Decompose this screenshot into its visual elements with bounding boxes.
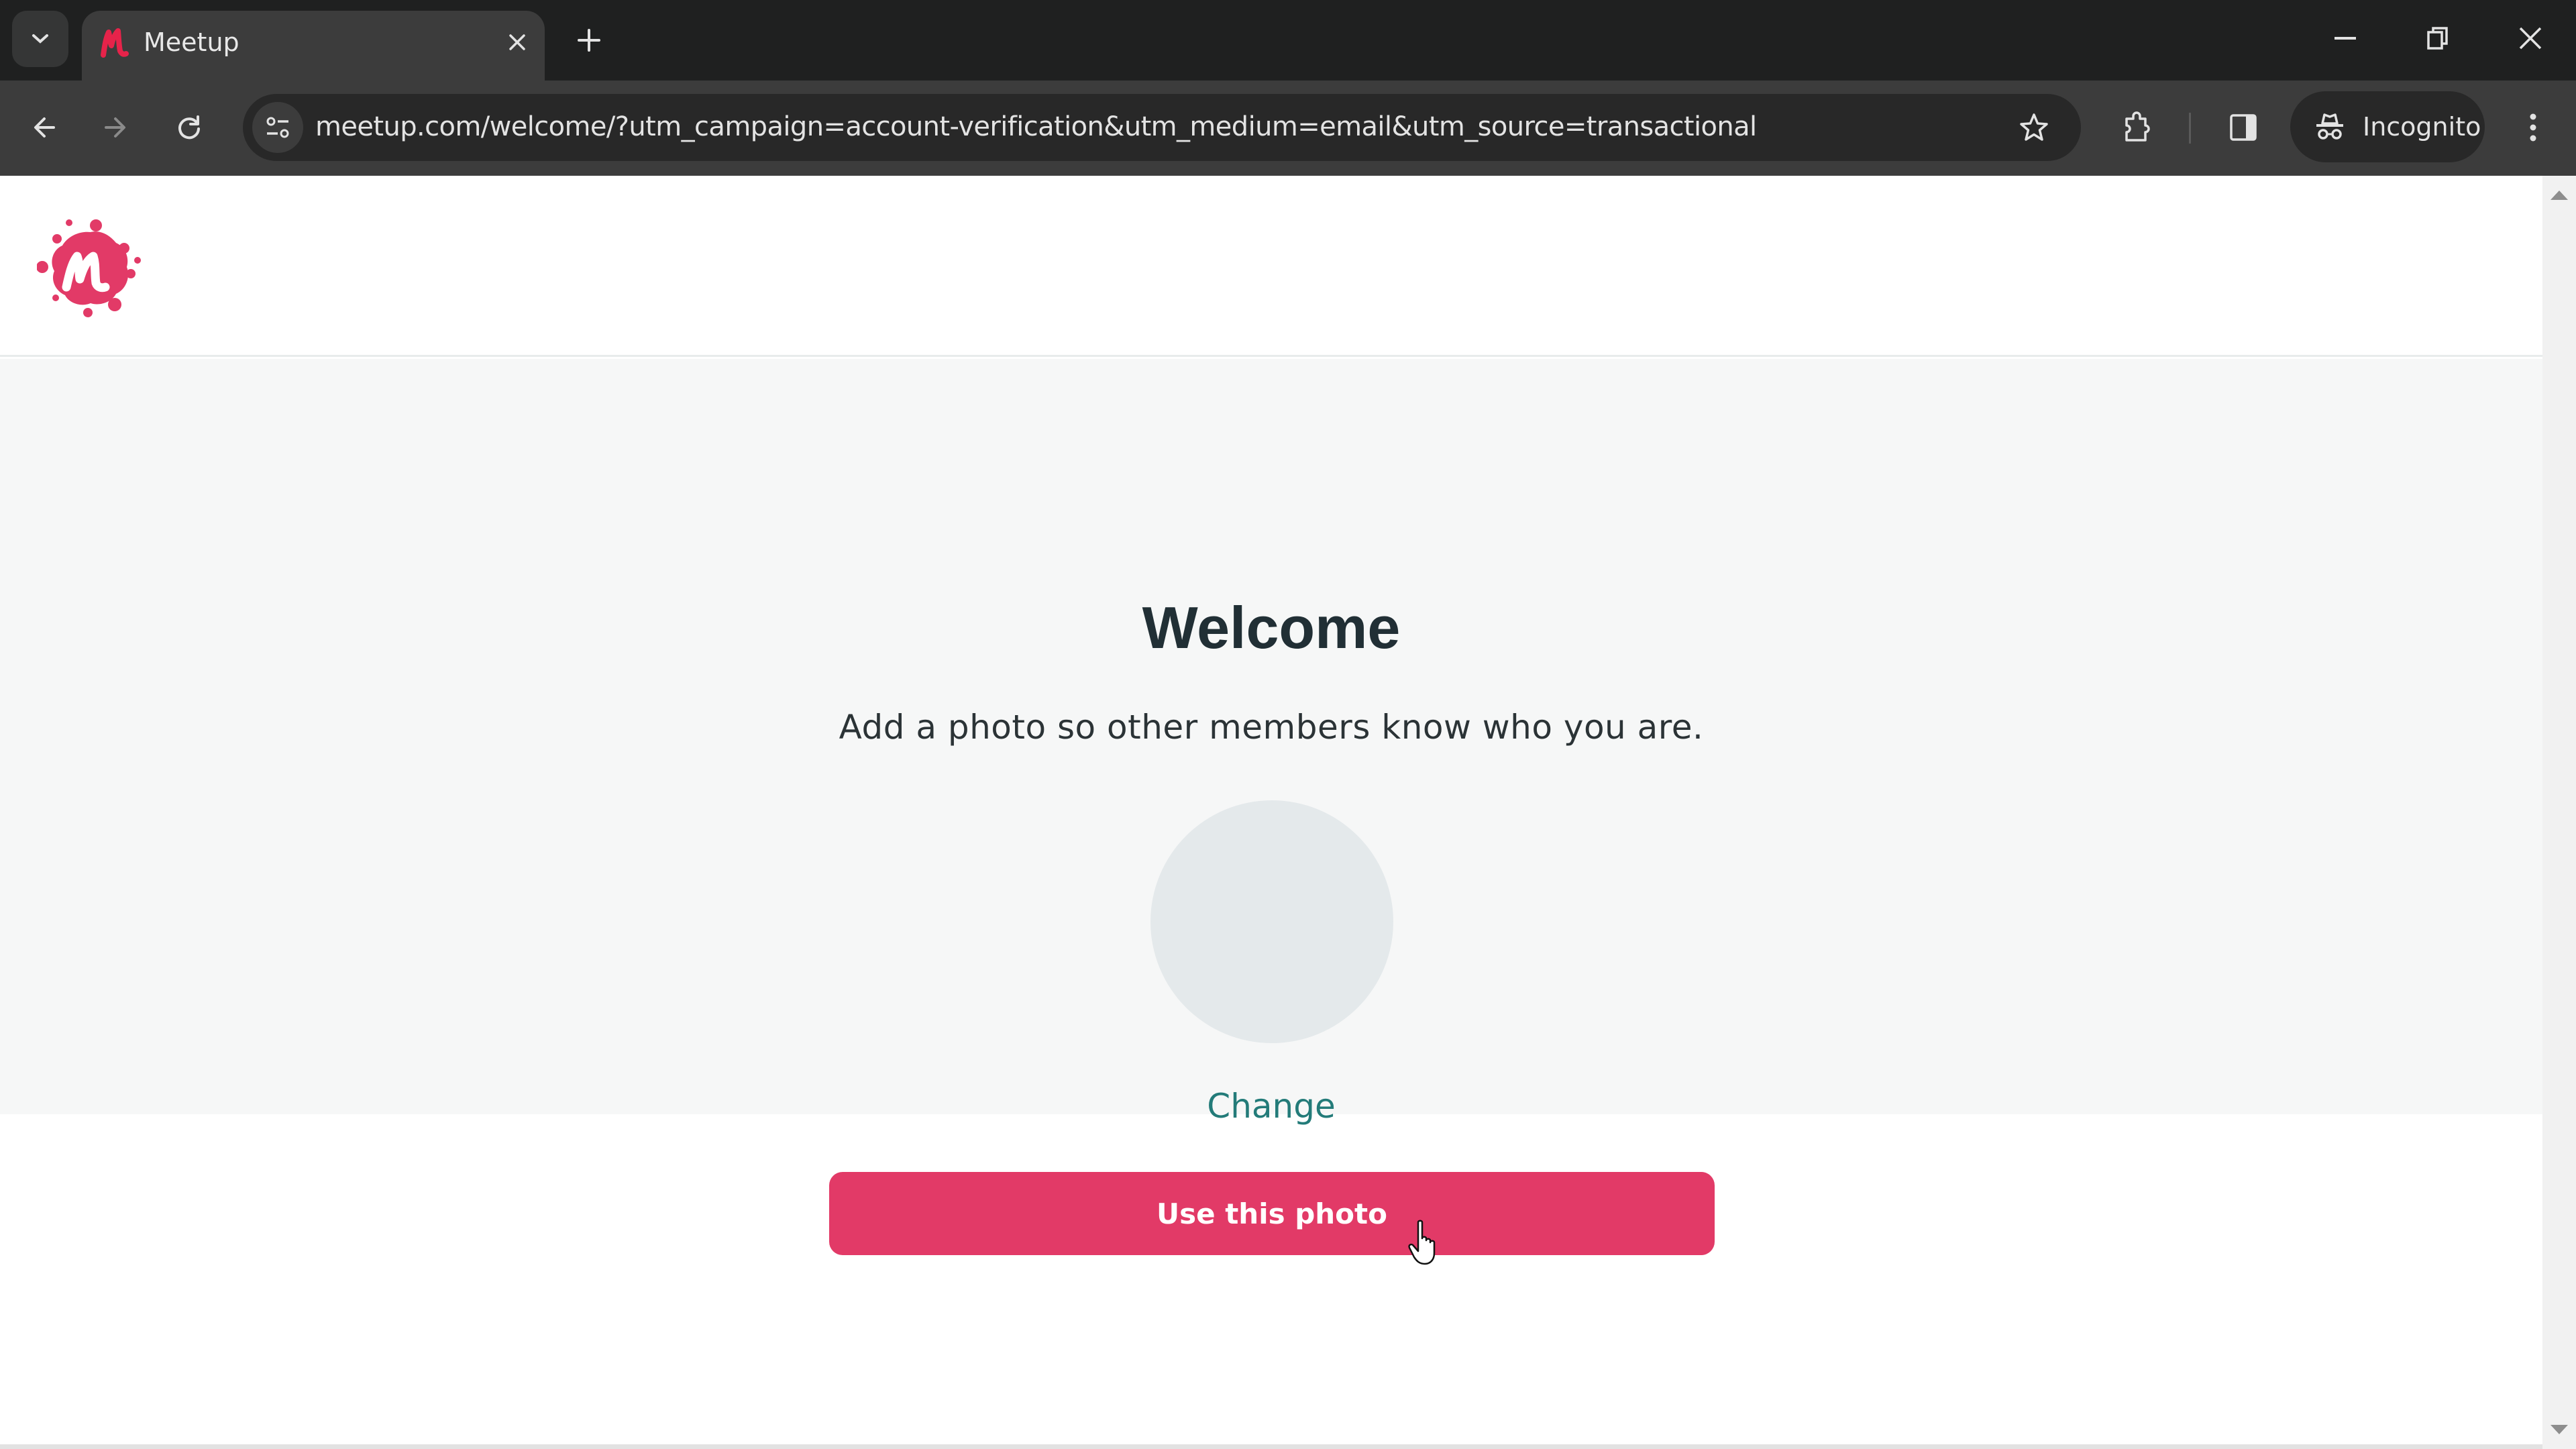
browser-tab-bar: Meetup: [0, 0, 2576, 80]
hand-pointer-cursor-icon: [1408, 1220, 1436, 1265]
tab-search-button[interactable]: [12, 11, 68, 67]
web-page: Welcome Add a photo so other members kno…: [0, 176, 2542, 1449]
restore-icon: [2427, 27, 2448, 50]
restore-button[interactable]: [2411, 15, 2465, 62]
site-info-button[interactable]: [252, 102, 303, 153]
meetup-favicon-icon: [101, 28, 129, 58]
incognito-profile-chip[interactable]: Incognito: [2290, 91, 2485, 162]
puzzle-icon: [2125, 111, 2150, 142]
scroll-down-arrow-icon[interactable]: [2551, 1425, 2568, 1434]
star-icon: [2020, 113, 2048, 141]
plus-icon: [578, 29, 600, 52]
arrow-left-icon: [34, 117, 55, 138]
reload-button[interactable]: [162, 101, 216, 154]
scroll-up-arrow-icon[interactable]: [2551, 191, 2568, 200]
chevron-down-icon: [32, 34, 48, 44]
welcome-section: Welcome Add a photo so other members kno…: [0, 359, 2542, 1265]
browser-menu-button[interactable]: [2506, 101, 2560, 154]
url-text[interactable]: meetup.com/welcome/?utm_campaign=account…: [315, 111, 1757, 142]
extensions-button[interactable]: [2110, 101, 2164, 154]
site-header: [0, 176, 2542, 357]
forward-button[interactable]: [89, 101, 142, 154]
reload-icon: [178, 115, 200, 140]
use-this-photo-button[interactable]: Use this photo: [829, 1172, 1715, 1255]
bookmark-button[interactable]: [2014, 107, 2054, 148]
close-icon: [509, 34, 525, 50]
side-panel-icon: [2230, 114, 2257, 141]
meetup-logo[interactable]: [37, 217, 144, 318]
close-window-button[interactable]: [2504, 15, 2557, 62]
side-panel-button[interactable]: [2216, 101, 2270, 154]
arrow-right-icon: [105, 117, 125, 138]
tune-icon: [266, 117, 289, 138]
address-bar[interactable]: meetup.com/welcome/?utm_campaign=account…: [243, 94, 2081, 161]
change-photo-link[interactable]: Change: [0, 1087, 2542, 1126]
page-title: Welcome: [1142, 594, 1401, 661]
browser-toolbar: meetup.com/welcome/?utm_campaign=account…: [0, 80, 2576, 176]
minimize-icon: [2334, 37, 2356, 40]
page-subtitle: Add a photo so other members know who yo…: [839, 708, 1704, 747]
bottom-edge: [0, 1444, 2542, 1449]
back-button[interactable]: [17, 101, 71, 154]
incognito-label: Incognito: [2363, 112, 2481, 142]
minimize-button[interactable]: [2318, 15, 2372, 62]
vertical-scrollbar[interactable]: [2542, 176, 2576, 1449]
profile-photo-avatar[interactable]: [1150, 800, 1393, 1043]
close-tab-button[interactable]: [500, 25, 534, 59]
toolbar-divider: [2189, 113, 2191, 144]
new-tab-button[interactable]: [569, 20, 609, 60]
tab-title: Meetup: [144, 28, 239, 57]
close-icon: [2519, 27, 2542, 50]
kebab-menu-icon: [2530, 113, 2536, 142]
browser-tab-meetup[interactable]: Meetup: [82, 11, 545, 80]
incognito-icon: [2316, 113, 2343, 140]
